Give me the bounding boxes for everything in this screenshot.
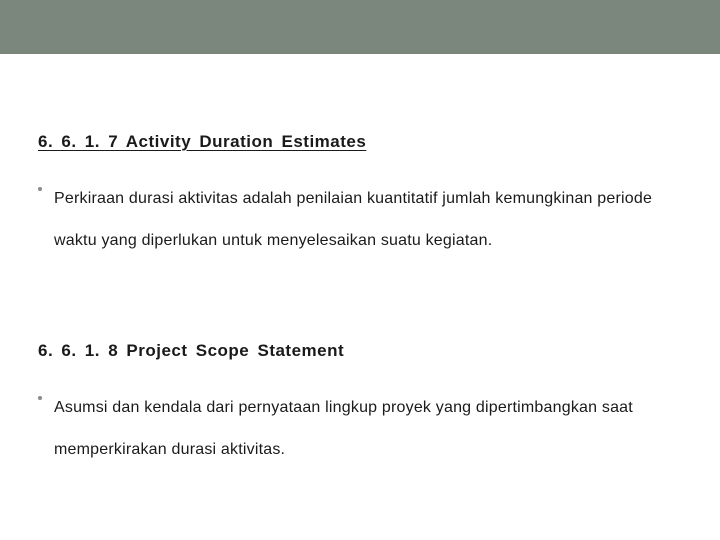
slide-content: 6. 6. 1. 7 Activity Duration Estimates P… — [0, 132, 720, 470]
section-heading-2: 6. 6. 1. 8 Project Scope Statement — [38, 341, 688, 361]
bullet-dot-icon — [38, 396, 42, 400]
slide-top-bar — [0, 0, 720, 54]
bullet-text: Perkiraan durasi aktivitas adalah penila… — [54, 178, 688, 261]
bullet-text: Asumsi dan kendala dari pernyataan lingk… — [54, 387, 688, 470]
section-heading-1: 6. 6. 1. 7 Activity Duration Estimates — [38, 132, 688, 152]
bullet-item: Perkiraan durasi aktivitas adalah penila… — [38, 178, 688, 261]
bullet-item: Asumsi dan kendala dari pernyataan lingk… — [38, 387, 688, 470]
bullet-dot-icon — [38, 187, 42, 191]
